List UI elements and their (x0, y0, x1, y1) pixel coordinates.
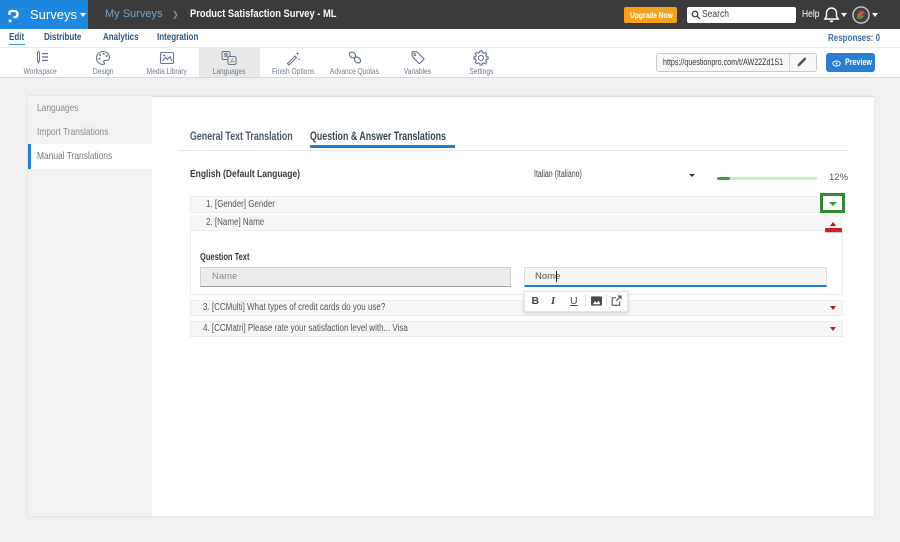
svg-text:A: A (230, 59, 234, 65)
